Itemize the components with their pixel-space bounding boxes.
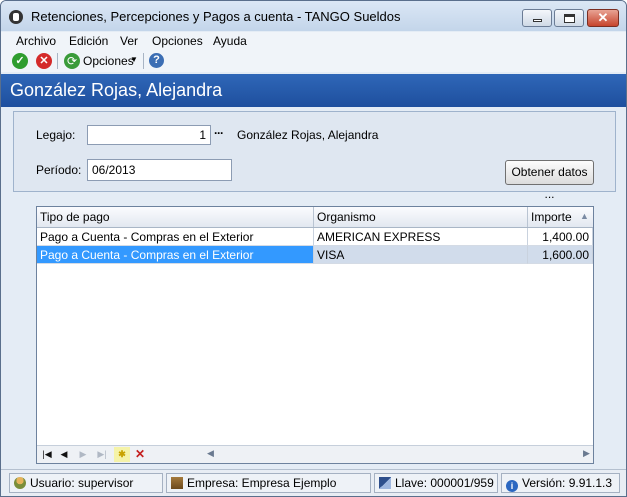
status-version: i Versión: 9.91.1.3 — [501, 473, 620, 493]
menu-archivo[interactable]: Archivo — [16, 34, 56, 48]
toolbar-separator — [57, 53, 58, 69]
col-header-tipo[interactable]: Tipo de pago — [37, 207, 314, 227]
employee-name-title: González Rojas, Alejandra — [10, 80, 223, 100]
menu-edicion[interactable]: Edición — [69, 34, 108, 48]
cell-importe[interactable]: 1,600.00 — [528, 246, 593, 264]
toolbar-separator — [143, 53, 144, 69]
add-record-icon[interactable]: ✱ — [114, 447, 130, 462]
cell-tipo[interactable]: Pago a Cuenta - Compras en el Exterior — [37, 228, 314, 246]
next-record-icon[interactable]: ▶ — [75, 447, 91, 462]
menu-ver[interactable]: Ver — [120, 34, 138, 48]
info-icon: i — [506, 480, 518, 492]
delete-record-icon[interactable]: ✕ — [132, 447, 148, 462]
table-row[interactable]: Pago a Cuenta - Compras en el Exterior A… — [37, 228, 593, 246]
legajo-lookup-button[interactable]: ··· — [214, 126, 224, 140]
last-record-icon[interactable]: ▶| — [94, 447, 110, 462]
grid-navigator: |◀ ◀ ▶ ▶| ✱ ✕ ◀ ▶ — [37, 445, 593, 463]
payments-grid[interactable]: Tipo de pago Organismo Importe ▲ Pago a … — [36, 206, 594, 464]
periodo-label: Período: — [36, 163, 82, 177]
close-icon: ✕ — [597, 10, 609, 25]
scroll-left-icon[interactable]: ◀ — [207, 448, 214, 459]
status-empresa-text: Empresa: Empresa Ejemplo — [187, 476, 337, 490]
key-icon — [379, 477, 391, 489]
col-header-organismo[interactable]: Organismo — [314, 207, 528, 227]
status-usuario-text: Usuario: supervisor — [30, 476, 134, 490]
cell-organismo[interactable]: AMERICAN EXPRESS — [314, 228, 528, 246]
close-button[interactable]: ✕ — [587, 9, 619, 27]
obtener-datos-button[interactable]: Obtener datos ... — [505, 160, 594, 201]
chevron-down-icon[interactable]: ▼ — [130, 55, 138, 64]
prev-record-icon[interactable]: ◀ — [56, 447, 72, 462]
app-window: Retenciones, Percepciones y Pagos a cuen… — [0, 0, 627, 497]
window-title: Retenciones, Percepciones y Pagos a cuen… — [31, 9, 401, 24]
status-version-text: Versión: 9.91.1.3 — [522, 476, 613, 490]
filter-panel: Legajo: 1 ··· González Rojas, Alejandra … — [13, 111, 616, 201]
building-icon — [171, 477, 183, 489]
cancel-x-icon[interactable]: ✕ — [36, 53, 52, 69]
employee-header: González Rojas, Alejandra — [1, 74, 626, 107]
status-usuario: Usuario: supervisor — [9, 473, 163, 493]
options-gear-icon[interactable]: ⟳ — [64, 53, 80, 69]
tango-app-icon — [9, 10, 23, 24]
help-icon[interactable]: ? — [149, 53, 164, 68]
accept-check-icon[interactable]: ✓ — [12, 53, 28, 69]
scroll-right-icon[interactable]: ▶ — [583, 448, 590, 459]
cell-importe[interactable]: 1,400.00 — [528, 228, 593, 246]
table-row-selected[interactable]: Pago a Cuenta - Compras en el Exterior V… — [37, 246, 593, 264]
maximize-button[interactable] — [554, 9, 584, 27]
status-llave: Llave: 000001/959 — [374, 473, 498, 493]
menu-bar: Archivo Edición Ver Opciones Ayuda — [1, 32, 626, 50]
status-empresa: Empresa: Empresa Ejemplo — [166, 473, 371, 493]
user-icon — [14, 477, 26, 489]
legajo-input[interactable]: 1 — [87, 125, 211, 145]
legajo-employee-name: González Rojas, Alejandra — [237, 128, 379, 142]
periodo-input[interactable]: 06/2013 — [87, 159, 232, 181]
menu-ayuda[interactable]: Ayuda — [213, 34, 247, 48]
title-bar: Retenciones, Percepciones y Pagos a cuen… — [1, 1, 626, 31]
status-bar: Usuario: supervisor Empresa: Empresa Eje… — [1, 469, 626, 496]
options-menu-button[interactable]: Opciones — [83, 54, 134, 68]
first-record-icon[interactable]: |◀ — [39, 447, 55, 462]
menu-opciones[interactable]: Opciones — [152, 34, 203, 48]
cell-organismo[interactable]: VISA — [314, 246, 528, 264]
sort-ascending-icon: ▲ — [580, 211, 589, 221]
minimize-button[interactable] — [522, 9, 552, 27]
status-llave-text: Llave: 000001/959 — [395, 476, 494, 490]
cell-tipo[interactable]: Pago a Cuenta - Compras en el Exterior — [37, 246, 314, 264]
grid-header: Tipo de pago Organismo Importe ▲ — [37, 207, 593, 228]
legajo-label: Legajo: — [36, 128, 76, 142]
toolbar: ✓ ✕ ⟳ Opciones ▼ ? — [1, 50, 626, 72]
